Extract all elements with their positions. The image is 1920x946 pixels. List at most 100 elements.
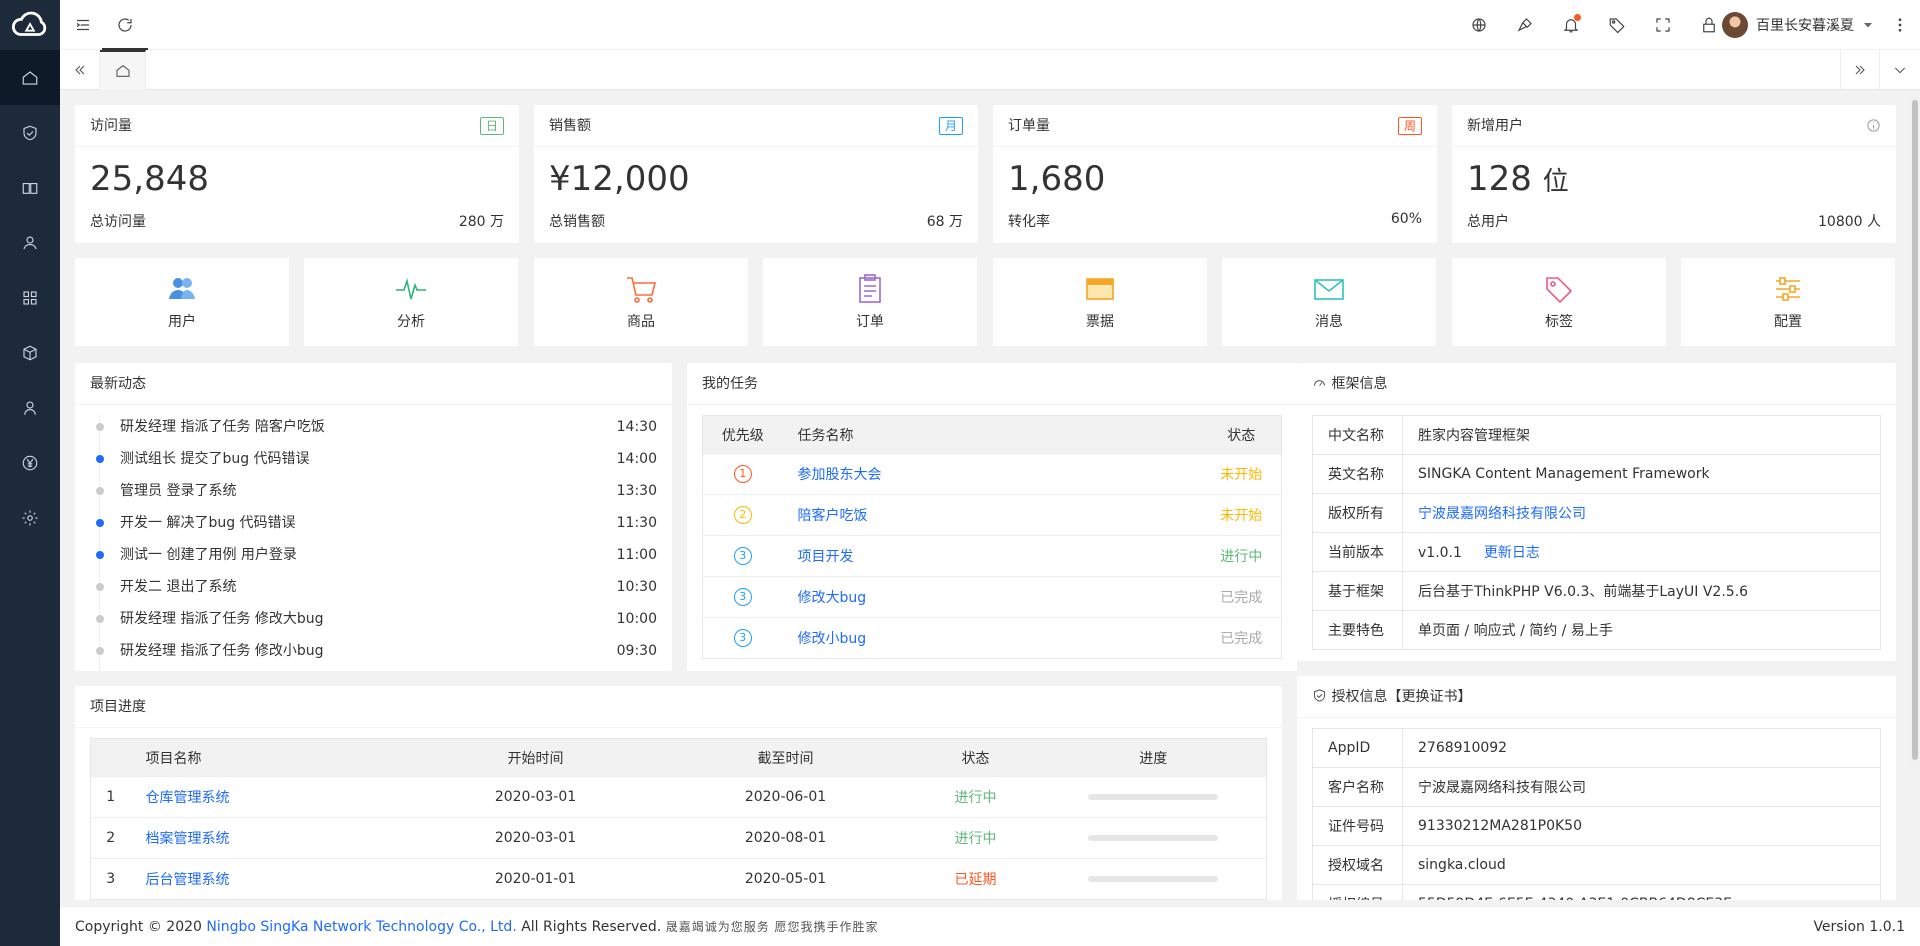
- feed-time: 09:30: [616, 643, 657, 659]
- project-link[interactable]: 仓库管理系统: [146, 790, 230, 806]
- sidebar-item-modules[interactable]: [0, 325, 60, 380]
- project-link[interactable]: 档案管理系统: [146, 831, 230, 847]
- sidebar-item-finance[interactable]: [0, 435, 60, 490]
- stat-value: 1,680: [1008, 159, 1106, 199]
- sidebar-item-users[interactable]: [0, 215, 60, 270]
- end-date: 2020-05-01: [660, 858, 911, 900]
- refresh-button[interactable]: [102, 0, 148, 50]
- period-badge: 日: [479, 117, 504, 135]
- table-row: 授权编号55D59D4E-6E5E-4340-A3E1-0CBB64D8CE3E: [1312, 884, 1881, 900]
- language-button[interactable]: [1456, 0, 1502, 50]
- stat-foot-label: 转化率: [1008, 214, 1050, 230]
- stat-card-orders: 订单量 周 1,680 转化率 60%: [993, 105, 1437, 243]
- task-link[interactable]: 陪客户吃饭: [798, 508, 868, 524]
- double-chevron-right-icon: [1855, 65, 1865, 75]
- framework-table: 中文名称 胜家内容管理框架 英文名称 SINGKA Content Manageme…: [1312, 415, 1881, 650]
- quick-invoices-button[interactable]: 票据: [993, 258, 1207, 346]
- info-key: AppID: [1312, 728, 1403, 768]
- table-row: 基于框架 后台基于ThinkPHP V6.0.3、前端基于LayUI V2.5.6: [1312, 571, 1881, 611]
- task-status: 已完成: [1201, 576, 1282, 618]
- user-name: 百里长安暮溪夏: [1756, 18, 1854, 34]
- notification-button[interactable]: [1548, 0, 1594, 50]
- changelog-link[interactable]: 更新日志: [1484, 545, 1540, 561]
- task-link[interactable]: 修改大bug: [798, 590, 867, 606]
- col-header: 项目名称: [130, 738, 411, 777]
- stat-foot-label: 总用户: [1467, 214, 1509, 230]
- tabs-scroll-right-button[interactable]: [1840, 50, 1880, 90]
- table-row: 证件号码 91330212MA281P0K50: [1312, 806, 1881, 846]
- scrollbar-thumb[interactable]: [1912, 100, 1918, 760]
- table-row: 3 项目开发 进行中: [702, 535, 1282, 577]
- quick-products-button[interactable]: 商品: [534, 258, 748, 346]
- user-icon: [24, 400, 36, 415]
- info-key: 中文名称: [1312, 415, 1403, 455]
- row-number: 2: [90, 817, 131, 859]
- sidebar-item-apps[interactable]: [0, 270, 60, 325]
- task-link[interactable]: 参加股东大会: [798, 467, 882, 483]
- project-status: 进行中: [910, 817, 1041, 859]
- table-row: 1 仓库管理系统 2020-03-01 2020-06-01 进行中: [90, 776, 1267, 818]
- info-value: 单页面 / 响应式 / 简约 / 易上手: [1402, 610, 1881, 650]
- timeline-dot: [96, 647, 104, 655]
- period-badge: 周: [1397, 117, 1422, 135]
- quick-label: 商品: [627, 314, 655, 330]
- user-menu[interactable]: 百里长安暮溪夏: [1722, 0, 1874, 50]
- quick-label: 消息: [1315, 314, 1343, 330]
- quick-tags-button[interactable]: 标签: [1452, 258, 1666, 346]
- more-vertical-icon: [1898, 18, 1902, 32]
- priority-badge: 2: [733, 506, 752, 524]
- fullscreen-button[interactable]: [1640, 0, 1686, 50]
- license-info-card: 授权信息【更换证书】 AppID 2768910092 客户名称 宁波晟嘉网络科技有…: [1297, 676, 1896, 900]
- avatar: [1722, 12, 1748, 38]
- quick-settings-button[interactable]: 配置: [1681, 258, 1895, 346]
- task-link[interactable]: 项目开发: [798, 549, 854, 565]
- info-value: 55D59D4E-6E5E-4340-A3E1-0CBB64D8CE3E: [1402, 884, 1881, 900]
- quick-analysis-button[interactable]: 分析: [304, 258, 518, 346]
- page-scrollbar[interactable]: [1910, 90, 1920, 770]
- feed-item: 开发一 解决了bug 代码错误 11:30: [75, 507, 672, 539]
- tag-button[interactable]: [1594, 0, 1640, 50]
- sidebar-item-home[interactable]: [0, 50, 60, 105]
- copyright-link[interactable]: 宁波晟嘉网络科技有限公司: [1418, 506, 1586, 522]
- end-date: 2020-06-01: [660, 776, 911, 818]
- sidebar-item-docs[interactable]: [0, 160, 60, 215]
- stat-foot-value: 60%: [1390, 211, 1422, 227]
- card-title[interactable]: 授权信息【更换证书】: [1331, 689, 1471, 705]
- info-icon[interactable]: [1866, 118, 1881, 133]
- table-row: 中文名称 胜家内容管理框架: [1312, 415, 1881, 455]
- sidebar-item-security[interactable]: [0, 105, 60, 160]
- home-icon: [115, 64, 130, 77]
- timeline-dot: [96, 519, 104, 527]
- version-value: v1.0.1: [1418, 545, 1462, 561]
- sidebar-item-settings[interactable]: [0, 490, 60, 545]
- feed-text: 研发经理 指派了任务 修改小bug: [120, 643, 324, 659]
- feed-item: 测试一 创建了用例 用户登录 11:00: [75, 539, 672, 571]
- more-button[interactable]: [1880, 0, 1920, 50]
- activity-feed-card: 最新动态 研发经理 指派了任务 陪客户吃饭 14:30 测试组长 提交了bug 代…: [75, 363, 672, 675]
- menu-toggle-button[interactable]: [60, 0, 106, 50]
- yen-icon: [22, 455, 38, 470]
- feed-time: 11:30: [616, 515, 657, 531]
- feed-text: 测试一 创建了用例 用户登录: [120, 547, 297, 563]
- row-number: 1: [90, 776, 131, 818]
- info-value: 2768910092: [1402, 728, 1881, 768]
- quick-label: 订单: [856, 314, 884, 330]
- tabs-scroll-left-button[interactable]: [60, 50, 100, 90]
- project-link[interactable]: 后台管理系统: [146, 872, 230, 888]
- feed-time: 11:00: [616, 547, 657, 563]
- tab-home[interactable]: [100, 50, 146, 90]
- sidebar-item-member[interactable]: [0, 380, 60, 435]
- clear-cache-button[interactable]: [1502, 0, 1548, 50]
- tabs-menu-button[interactable]: [1880, 50, 1920, 90]
- quick-orders-button[interactable]: 订单: [763, 258, 977, 346]
- company-link[interactable]: Ningbo SingKa Network Technology Co., Lt…: [206, 919, 516, 935]
- stat-card-visits: 访问量 日 25,848 总访问量 280 万: [75, 105, 519, 243]
- info-value: 91330212MA281P0K50: [1402, 806, 1881, 846]
- copyright-text: Copyright © 2020: [75, 919, 207, 935]
- quick-users-button[interactable]: 用户: [75, 258, 289, 346]
- info-key: 客户名称: [1312, 767, 1403, 807]
- quick-messages-button[interactable]: 消息: [1222, 258, 1436, 346]
- feed-item: 管理员 登录了系统 13:30: [75, 475, 672, 507]
- task-link[interactable]: 修改小bug: [798, 631, 867, 647]
- logo[interactable]: [0, 0, 60, 50]
